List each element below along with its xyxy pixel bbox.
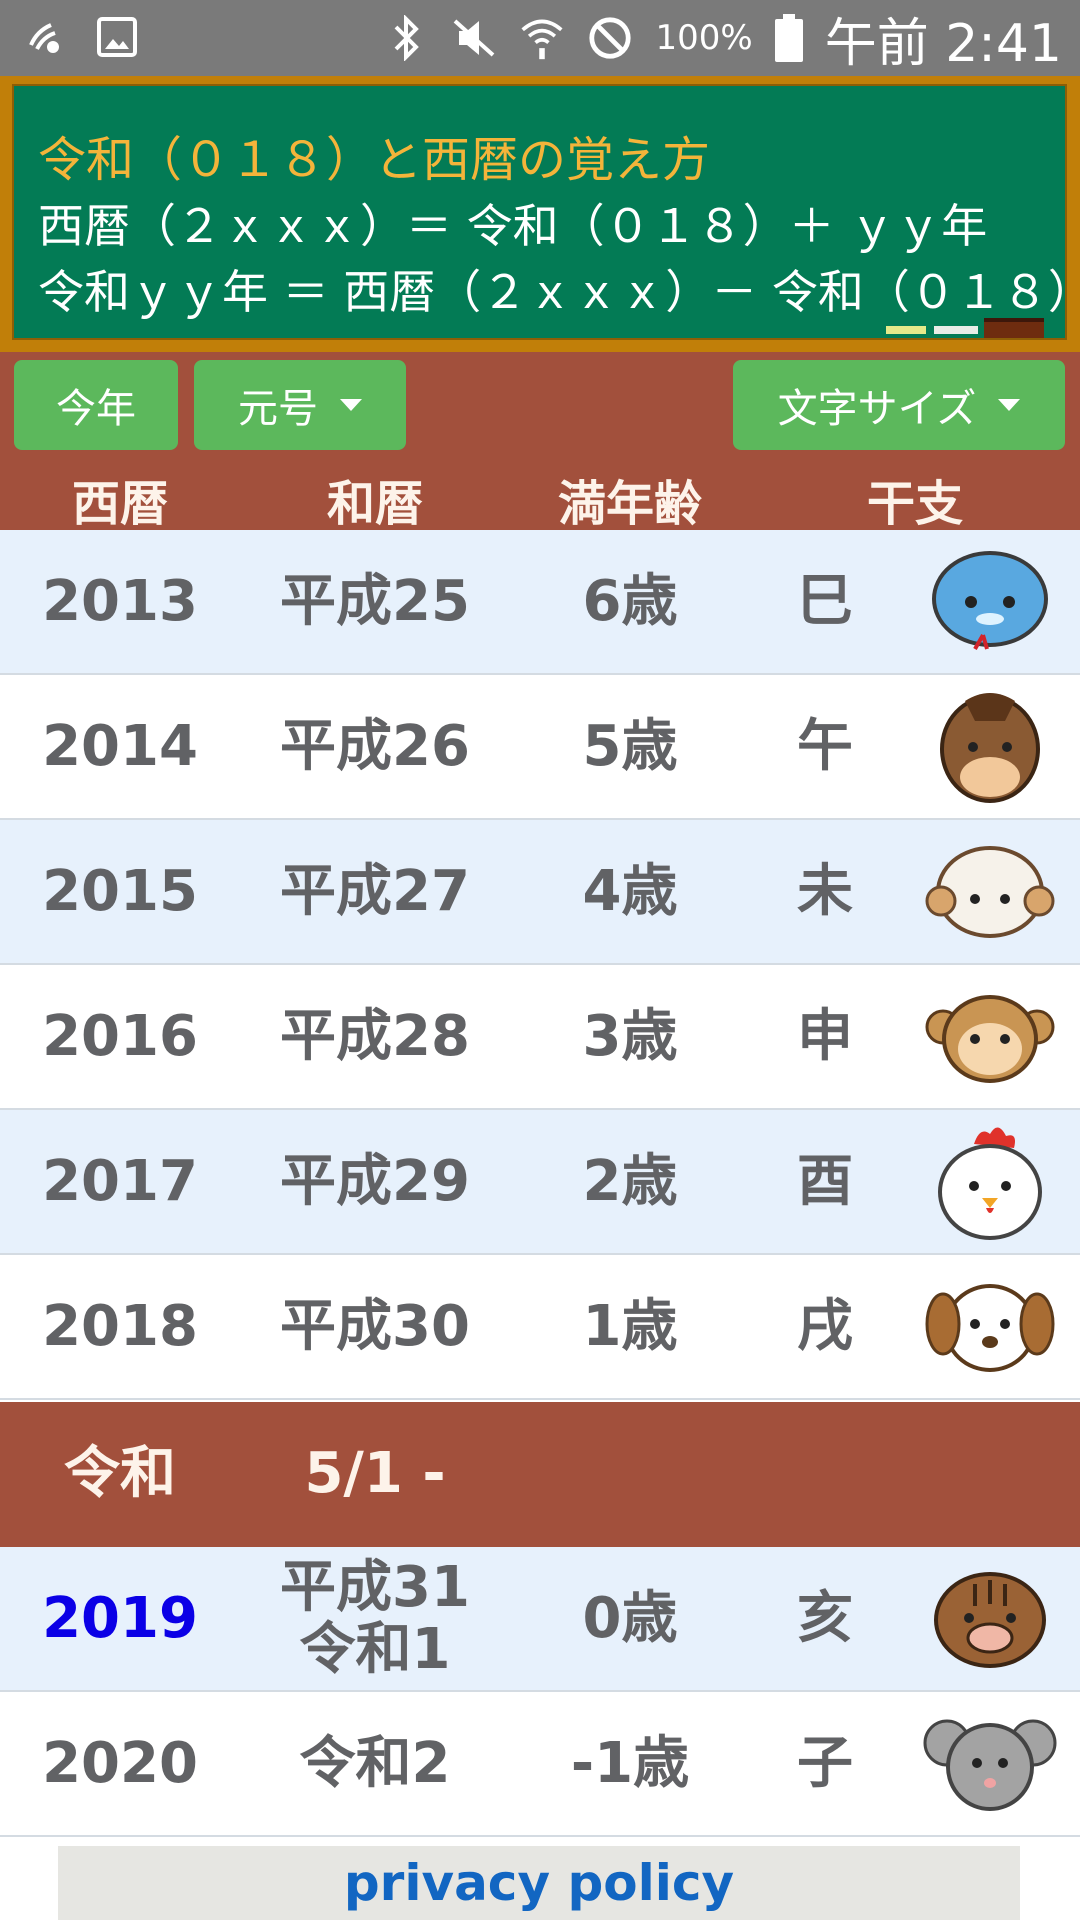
nfc-icon xyxy=(22,14,68,60)
japanese-year-cell: 平成31 令和1 xyxy=(280,1554,470,1682)
year-cell: 2019 xyxy=(42,1585,198,1651)
next-row-peek xyxy=(0,1840,58,1920)
japanese-year-cell: 平成26 xyxy=(280,713,470,779)
table-row[interactable]: 2018 平成30 1歳 戌 xyxy=(0,1255,1080,1400)
rat-icon xyxy=(905,1692,1075,1835)
table-row[interactable]: 2017 平成29 2歳 酉 xyxy=(0,1110,1080,1255)
era-change-row: 令和 5/1 - xyxy=(0,1402,1080,1547)
chalk-yellow xyxy=(886,326,926,334)
battery-icon xyxy=(774,14,803,62)
table-row[interactable]: 2020 令和2 -1歳 子 xyxy=(0,1692,1080,1837)
age-cell: 4歳 xyxy=(582,858,678,924)
status-bar: 100% 午前 2:41 xyxy=(0,0,1080,76)
privacy-policy-link[interactable]: privacy policy xyxy=(58,1846,1020,1920)
board-eraser xyxy=(984,318,1044,338)
monkey-icon xyxy=(905,965,1075,1108)
formula-board: 令和（０１８）と西暦の覚え方 西暦（２ｘｘｘ）＝ 令和（０１８）＋ ｙｙ年 令和… xyxy=(12,84,1080,340)
japanese-year-cell: 平成30 xyxy=(280,1293,470,1359)
table-row[interactable]: 2016 平成28 3歳 申 xyxy=(0,965,1080,1110)
clock: 午前 2:41 xyxy=(824,13,1062,74)
era-start-date: 5/1 - xyxy=(304,1440,446,1506)
font-size-dropdown-button[interactable]: 文字サイズ xyxy=(733,360,1065,450)
board-title: 令和（０１８）と西暦の覚え方 xyxy=(38,132,711,188)
era-dropdown-button[interactable]: 元号 xyxy=(194,360,406,450)
zodiac-cell: 午 xyxy=(797,713,853,779)
table-row-current-year[interactable]: 2019 平成31 令和1 0歳 亥 xyxy=(0,1547,1080,1692)
wifi-icon xyxy=(519,15,565,61)
battery-percent: 100% xyxy=(655,18,753,58)
zodiac-cell: 申 xyxy=(797,1003,853,1069)
snake-icon xyxy=(905,530,1075,673)
formula-line-1: 西暦（２ｘｘｘ）＝ 令和（０１８）＋ ｙｙ年 xyxy=(38,199,988,253)
age-cell: 0歳 xyxy=(582,1585,678,1651)
year-cell: 2014 xyxy=(42,713,198,779)
sheep-icon xyxy=(905,820,1075,963)
zodiac-cell: 亥 xyxy=(797,1585,853,1651)
this-year-button[interactable]: 今年 xyxy=(14,360,178,450)
mute-icon xyxy=(451,15,497,61)
table-row[interactable]: 2013 平成25 6歳 巳 xyxy=(0,530,1080,675)
japanese-year-cell: 令和2 xyxy=(299,1730,451,1796)
dog-icon xyxy=(905,1255,1075,1398)
bluetooth-icon xyxy=(383,15,429,61)
year-cell: 2015 xyxy=(42,858,198,924)
this-year-label: 今年 xyxy=(56,386,136,432)
year-cell: 2017 xyxy=(42,1148,198,1214)
japanese-year-cell: 平成27 xyxy=(280,858,470,924)
age-cell: -1歳 xyxy=(570,1730,690,1796)
caret-down-icon xyxy=(340,399,362,411)
age-cell: 1歳 xyxy=(582,1293,678,1359)
next-row-peek xyxy=(1020,1840,1080,1920)
zodiac-cell: 戌 xyxy=(797,1293,853,1359)
chalk-white xyxy=(934,326,978,334)
formula-board-frame: 令和（０１８）と西暦の覚え方 西暦（２ｘｘｘ）＝ 令和（０１８）＋ ｙｙ年 令和… xyxy=(0,76,1080,352)
age-cell: 6歳 xyxy=(582,568,678,634)
do-not-disturb-icon xyxy=(587,15,633,61)
rooster-icon xyxy=(905,1110,1075,1253)
age-cell: 5歳 xyxy=(582,713,678,779)
table-row[interactable]: 2014 平成26 5歳 午 xyxy=(0,675,1080,820)
era-name: 令和 xyxy=(64,1440,176,1506)
header-age: 満年齢 xyxy=(557,476,702,532)
caret-down-icon xyxy=(998,399,1021,411)
image-icon xyxy=(94,14,140,60)
age-cell: 3歳 xyxy=(582,1003,678,1069)
zodiac-cell: 酉 xyxy=(797,1148,853,1214)
japanese-year-cell: 平成29 xyxy=(280,1148,470,1214)
header-western-year: 西暦 xyxy=(71,476,168,532)
year-cell: 2013 xyxy=(42,568,198,634)
header-zodiac: 干支 xyxy=(866,476,963,532)
table-row[interactable]: 2015 平成27 4歳 未 xyxy=(0,820,1080,965)
formula-line-2: 令和ｙｙ年 ＝ 西暦（２ｘｘｘ）－ 令和（０１８） xyxy=(38,265,1080,319)
japanese-year-cell: 平成28 xyxy=(280,1003,470,1069)
horse-icon xyxy=(905,675,1075,818)
header-japanese-year: 和暦 xyxy=(326,476,423,532)
controls-panel: 今年 元号 文字サイズ 西暦 和暦 満年齢 干支 xyxy=(0,352,1080,532)
font-size-label: 文字サイズ xyxy=(777,386,977,432)
year-cell: 2016 xyxy=(42,1003,198,1069)
age-cell: 2歳 xyxy=(582,1148,678,1214)
era-label: 元号 xyxy=(238,386,318,432)
year-cell: 2018 xyxy=(42,1293,198,1359)
boar-icon xyxy=(905,1547,1075,1690)
status-left-icons xyxy=(22,14,140,60)
zodiac-cell: 未 xyxy=(797,858,853,924)
year-cell: 2020 xyxy=(42,1730,198,1796)
zodiac-cell: 巳 xyxy=(797,568,853,634)
zodiac-cell: 子 xyxy=(797,1730,853,1796)
japanese-year-cell: 平成25 xyxy=(280,568,470,634)
status-right-icons: 100% 午前 2:41 xyxy=(383,6,1062,74)
privacy-policy-label: privacy policy xyxy=(343,1854,735,1912)
